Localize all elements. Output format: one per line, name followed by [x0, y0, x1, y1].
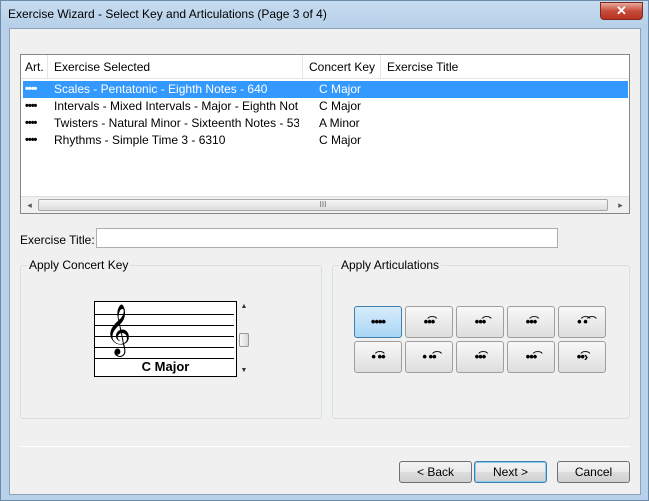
articulation-dots-icon: ••••	[25, 83, 37, 95]
list-header: Art. Exercise Selected Concert Key Exerc…	[21, 55, 629, 79]
scrollbar-thumb[interactable]: III	[38, 199, 608, 211]
list-row[interactable]: •••• Intervals - Mixed Intervals - Major…	[23, 98, 628, 115]
column-header-art[interactable]: Art.	[21, 55, 48, 79]
key-scrollbar-thumb[interactable]	[239, 333, 249, 347]
row-exercise: Intervals - Mixed Intervals - Major - Ei…	[54, 99, 299, 113]
concert-key-group-label: Apply Concert Key	[27, 258, 131, 272]
row-concert-key: C Major	[319, 133, 362, 147]
back-button[interactable]: < Back	[399, 461, 472, 483]
row-exercise: Rhythms - Simple Time 3 - 6310	[54, 133, 226, 147]
title-bar: Exercise Wizard - Select Key and Articul…	[1, 1, 648, 27]
exercise-title-label: Exercise Title:	[20, 233, 95, 247]
column-header-exercise[interactable]: Exercise Selected	[48, 55, 303, 79]
scroll-left-icon[interactable]: ◂	[21, 197, 38, 213]
list-row[interactable]: •••• Rhythms - Simple Time 3 - 6310 C Ma…	[23, 132, 628, 149]
key-scrollbar[interactable]: ▲ ▼	[238, 301, 250, 377]
window-title: Exercise Wizard - Select Key and Articul…	[8, 7, 327, 21]
treble-clef-icon: 𝄞	[105, 304, 132, 355]
articulation-slur-middle-two-button[interactable]: ••͡•	[456, 306, 504, 338]
articulation-slur-pairs-button[interactable]: •͡ •͡	[558, 306, 606, 338]
scroll-up-icon[interactable]: ▲	[238, 301, 250, 313]
articulation-slur-first-three-button[interactable]: •͡ ••	[354, 341, 402, 373]
cancel-button[interactable]: Cancel	[557, 461, 630, 483]
articulations-group-label: Apply Articulations	[339, 258, 442, 272]
list-row[interactable]: •••• Scales - Pentatonic - Eighth Notes …	[23, 81, 628, 98]
row-exercise: Scales - Pentatonic - Eighth Notes - 640	[54, 82, 268, 96]
row-concert-key: C Major	[319, 99, 362, 113]
exercise-wizard-window: Exercise Wizard - Select Key and Articul…	[0, 0, 649, 501]
row-concert-key: A Minor	[319, 116, 360, 130]
articulation-staccato-all-button[interactable]: ••••	[354, 306, 402, 338]
articulation-slur-all-four-button[interactable]: •͡••	[456, 341, 504, 373]
horizontal-scrollbar[interactable]: ◂ III ▸	[21, 196, 629, 213]
exercise-list[interactable]: Art. Exercise Selected Concert Key Exerc…	[20, 54, 630, 214]
articulation-slur-three-staccato-button[interactable]: ••͡•	[507, 341, 555, 373]
close-button[interactable]: ✕	[600, 2, 643, 20]
articulation-slur-accent-button[interactable]: •͡•›	[558, 341, 606, 373]
wizard-client-area: Art. Exercise Selected Concert Key Exerc…	[9, 28, 641, 495]
list-row[interactable]: •••• Twisters - Natural Minor - Sixteent…	[23, 115, 628, 132]
articulation-dots-icon: ••••	[25, 100, 37, 112]
articulation-slur-last-two-button[interactable]: •͡••	[507, 306, 555, 338]
key-staff-display[interactable]: 𝄞 C Major	[94, 301, 237, 377]
articulation-slur-last-three-button[interactable]: • •͡•	[405, 341, 453, 373]
column-header-exercise-title[interactable]: Exercise Title	[381, 55, 629, 79]
footer-separator	[20, 446, 630, 447]
row-concert-key: C Major	[319, 82, 362, 96]
articulation-dots-icon: ••••	[25, 134, 37, 146]
scroll-right-icon[interactable]: ▸	[612, 197, 629, 213]
next-button[interactable]: Next >	[474, 461, 547, 483]
articulation-slur-first-two-button[interactable]: •͡••	[405, 306, 453, 338]
selected-key-label: C Major	[141, 359, 190, 374]
articulation-dots-icon: ••••	[25, 117, 37, 129]
scroll-down-icon[interactable]: ▼	[238, 365, 250, 377]
row-exercise: Twisters - Natural Minor - Sixteenth Not…	[54, 116, 299, 130]
column-header-concert-key[interactable]: Concert Key	[303, 55, 381, 79]
exercise-title-input[interactable]	[96, 228, 558, 248]
